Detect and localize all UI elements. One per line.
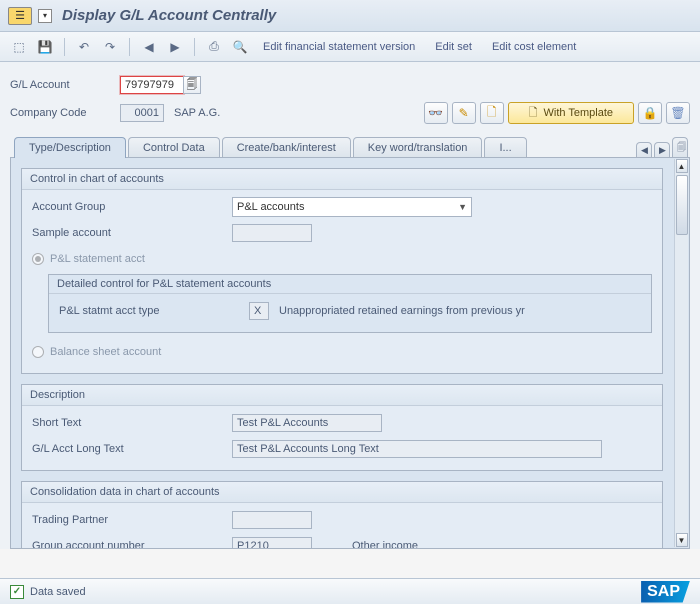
- bs-radio-label: Balance sheet account: [50, 346, 161, 358]
- control-coa-title: Control in chart of accounts: [22, 169, 662, 190]
- status-bar: ✓ Data saved SAP: [0, 578, 700, 604]
- pl-radio: [32, 253, 44, 265]
- sample-account-label: Sample account: [32, 227, 232, 239]
- account-group-dropdown[interactable]: P&L accounts ▼: [232, 197, 472, 217]
- status-text: Data saved: [30, 586, 86, 598]
- pl-type-label: P&L statmt acct type: [59, 305, 249, 317]
- transaction-icon[interactable]: ☰: [8, 7, 32, 25]
- long-text-label: G/L Acct Long Text: [32, 443, 232, 455]
- pl-detailed-subgroup: Detailed control for P&L statement accou…: [48, 274, 652, 333]
- separator: [194, 38, 195, 56]
- undo-icon[interactable]: ↶: [73, 37, 95, 57]
- group-account-label[interactable]: Group account number: [32, 540, 232, 550]
- separator: [129, 38, 130, 56]
- scroll-thumb[interactable]: [676, 175, 688, 235]
- company-code-row: Company Code SAP A.G. 👓 ✎ 🗋 🗋 With Templ…: [10, 102, 690, 124]
- scroll-up-icon[interactable]: ▲: [676, 159, 688, 173]
- new-icon[interactable]: 🗋: [480, 102, 504, 124]
- pl-radio-label: P&L statement acct: [50, 253, 145, 265]
- account-group-value: P&L accounts: [237, 201, 304, 213]
- short-text-label: Short Text: [32, 417, 232, 429]
- short-text-input[interactable]: [232, 414, 382, 432]
- tab-key-word-translation[interactable]: Key word/translation: [353, 137, 483, 158]
- prev-icon[interactable]: ◀: [138, 37, 160, 57]
- long-text-input[interactable]: [232, 440, 602, 458]
- tab-scroll-left-icon[interactable]: ◀: [636, 142, 652, 158]
- application-toolbar: ⬚ 💾 ↶ ↷ ◀ ▶ ⎙ 🔍 Edit financial statement…: [0, 32, 700, 62]
- description-title: Description: [22, 385, 662, 406]
- group-account-desc: Other income: [352, 540, 418, 549]
- consolidation-group: Consolidation data in chart of accounts …: [21, 481, 663, 549]
- header-buttons: 👓 ✎ 🗋 🗋 With Template 🔒 🗑: [424, 102, 690, 124]
- toggle-icon[interactable]: ⬚: [8, 37, 30, 57]
- page-title: Display G/L Account Centrally: [62, 7, 276, 24]
- gl-account-label: G/L Account: [10, 79, 120, 91]
- menu-dropdown-icon[interactable]: ▾: [38, 9, 52, 23]
- pl-type-input[interactable]: [249, 302, 269, 320]
- tab-panel: Control in chart of accounts Account Gro…: [10, 157, 690, 549]
- company-code-input[interactable]: [120, 104, 164, 122]
- edit-cost-link[interactable]: Edit cost element: [484, 41, 584, 53]
- pl-detailed-title: Detailed control for P&L statement accou…: [49, 275, 651, 294]
- display-icon[interactable]: 👓: [424, 102, 448, 124]
- title-bar: ☰ ▾ Display G/L Account Centrally: [0, 0, 700, 32]
- separator: [64, 38, 65, 56]
- bs-radio: [32, 346, 44, 358]
- tab-create-bank-interest[interactable]: Create/bank/interest: [222, 137, 351, 158]
- consolidation-title: Consolidation data in chart of accounts: [22, 482, 662, 503]
- next-icon[interactable]: ▶: [164, 37, 186, 57]
- template-doc-icon: 🗋: [529, 104, 538, 123]
- status-message: ✓ Data saved: [10, 585, 86, 599]
- company-code-label: Company Code: [10, 107, 120, 119]
- tab-list-icon[interactable]: 🗐: [672, 137, 688, 158]
- tab-type-description[interactable]: Type/Description: [14, 137, 126, 158]
- print-icon[interactable]: ⎙: [203, 37, 225, 57]
- delete-icon[interactable]: 🗑: [666, 102, 690, 124]
- description-group: Description Short Text G/L Acct Long Tex…: [21, 384, 663, 471]
- find-icon[interactable]: 🔍: [229, 37, 251, 57]
- tab-more[interactable]: I...: [484, 137, 526, 158]
- edit-set-link[interactable]: Edit set: [427, 41, 480, 53]
- sample-account-input[interactable]: [232, 224, 312, 242]
- gl-account-input[interactable]: [120, 76, 184, 94]
- group-account-input[interactable]: [232, 537, 312, 549]
- edit-icon[interactable]: ✎: [452, 102, 476, 124]
- save-icon[interactable]: 💾: [34, 37, 56, 57]
- control-coa-group: Control in chart of accounts Account Gro…: [21, 168, 663, 374]
- vertical-scrollbar[interactable]: ▲ ▼: [674, 159, 688, 547]
- success-icon: ✓: [10, 585, 24, 599]
- lock-icon[interactable]: 🔒: [638, 102, 662, 124]
- redo-icon[interactable]: ↷: [99, 37, 121, 57]
- edit-fin-link[interactable]: Edit financial statement version: [255, 41, 423, 53]
- tab-scroll-right-icon[interactable]: ▶: [654, 142, 670, 158]
- gl-account-row: G/L Account 🗐: [10, 74, 690, 96]
- chevron-down-icon: ▼: [458, 202, 467, 212]
- account-group-label: Account Group: [32, 201, 232, 213]
- with-template-label: With Template: [544, 107, 614, 119]
- tab-control-data[interactable]: Control Data: [128, 137, 220, 158]
- content-area: G/L Account 🗐 Company Code SAP A.G. 👓 ✎ …: [0, 62, 700, 549]
- gl-account-valuehelp-icon[interactable]: 🗐: [183, 76, 201, 94]
- sap-logo: SAP: [641, 581, 690, 603]
- trading-partner-label: Trading Partner: [32, 514, 232, 526]
- tabs-container: Type/Description Control Data Create/ban…: [10, 136, 690, 549]
- tab-strip: Type/Description Control Data Create/ban…: [10, 136, 690, 157]
- trading-partner-input[interactable]: [232, 511, 312, 529]
- with-template-button[interactable]: 🗋 With Template: [508, 102, 634, 124]
- pl-type-desc: Unappropriated retained earnings from pr…: [279, 305, 525, 317]
- company-name: SAP A.G.: [174, 107, 220, 119]
- scroll-down-icon[interactable]: ▼: [676, 533, 688, 547]
